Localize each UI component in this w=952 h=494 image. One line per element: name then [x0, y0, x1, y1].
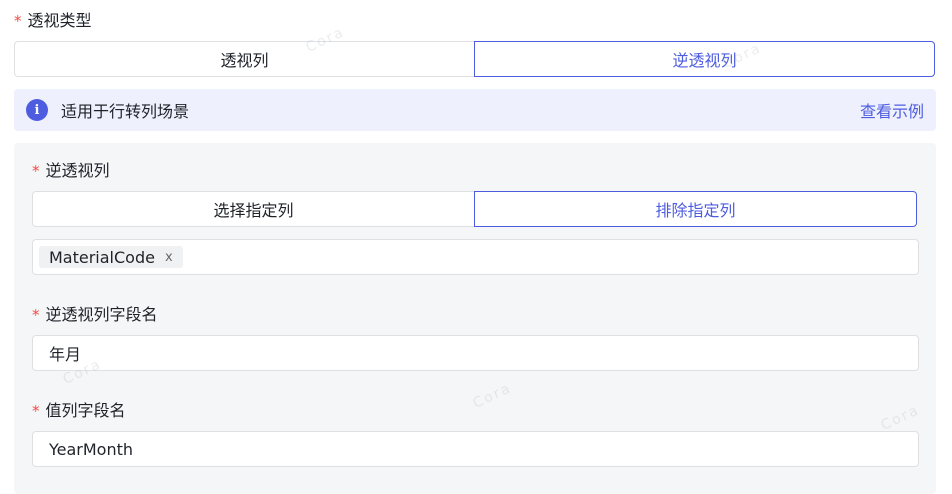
required-mark: *	[32, 306, 40, 324]
column-tag-select[interactable]: MaterialCode x	[32, 239, 919, 275]
info-banner: i 适用于行转列场景 查看示例	[14, 89, 936, 131]
info-text: 适用于行转列场景	[61, 102, 190, 121]
unpivot-field-name-input[interactable]: 年月	[32, 335, 919, 371]
column-mode-exclude[interactable]: 排除指定列	[474, 191, 917, 227]
value-field-name-label-text: 值列字段名	[45, 401, 126, 420]
pivot-type-label-text: 透视类型	[27, 11, 92, 30]
unpivot-columns-label-text: 逆透视列	[45, 161, 110, 180]
required-mark: *	[32, 162, 40, 180]
info-icon: i	[26, 99, 48, 121]
pivot-type-segmented: 透视列 逆透视列	[14, 41, 935, 77]
value-field-name-label: * 值列字段名	[32, 400, 126, 422]
required-mark: *	[14, 12, 22, 30]
unpivot-field-name-label: * 逆透视列字段名	[32, 304, 158, 326]
value-field-name-input[interactable]: YearMonth	[32, 431, 919, 467]
view-example-link[interactable]: 查看示例	[860, 98, 924, 122]
column-mode-include[interactable]: 选择指定列	[32, 191, 474, 227]
column-tag: MaterialCode x	[39, 246, 183, 268]
required-mark: *	[32, 402, 40, 420]
tag-close-icon[interactable]: x	[165, 250, 173, 265]
pivot-option-pivot[interactable]: 透视列	[14, 41, 474, 77]
unpivot-field-name-label-text: 逆透视列字段名	[45, 305, 158, 324]
column-tag-label: MaterialCode	[49, 247, 155, 267]
unpivot-columns-label: * 逆透视列	[32, 160, 110, 182]
pivot-option-unpivot[interactable]: 逆透视列	[474, 41, 935, 77]
column-mode-segmented: 选择指定列 排除指定列	[32, 191, 917, 227]
pivot-type-label: * 透视类型	[14, 10, 92, 32]
